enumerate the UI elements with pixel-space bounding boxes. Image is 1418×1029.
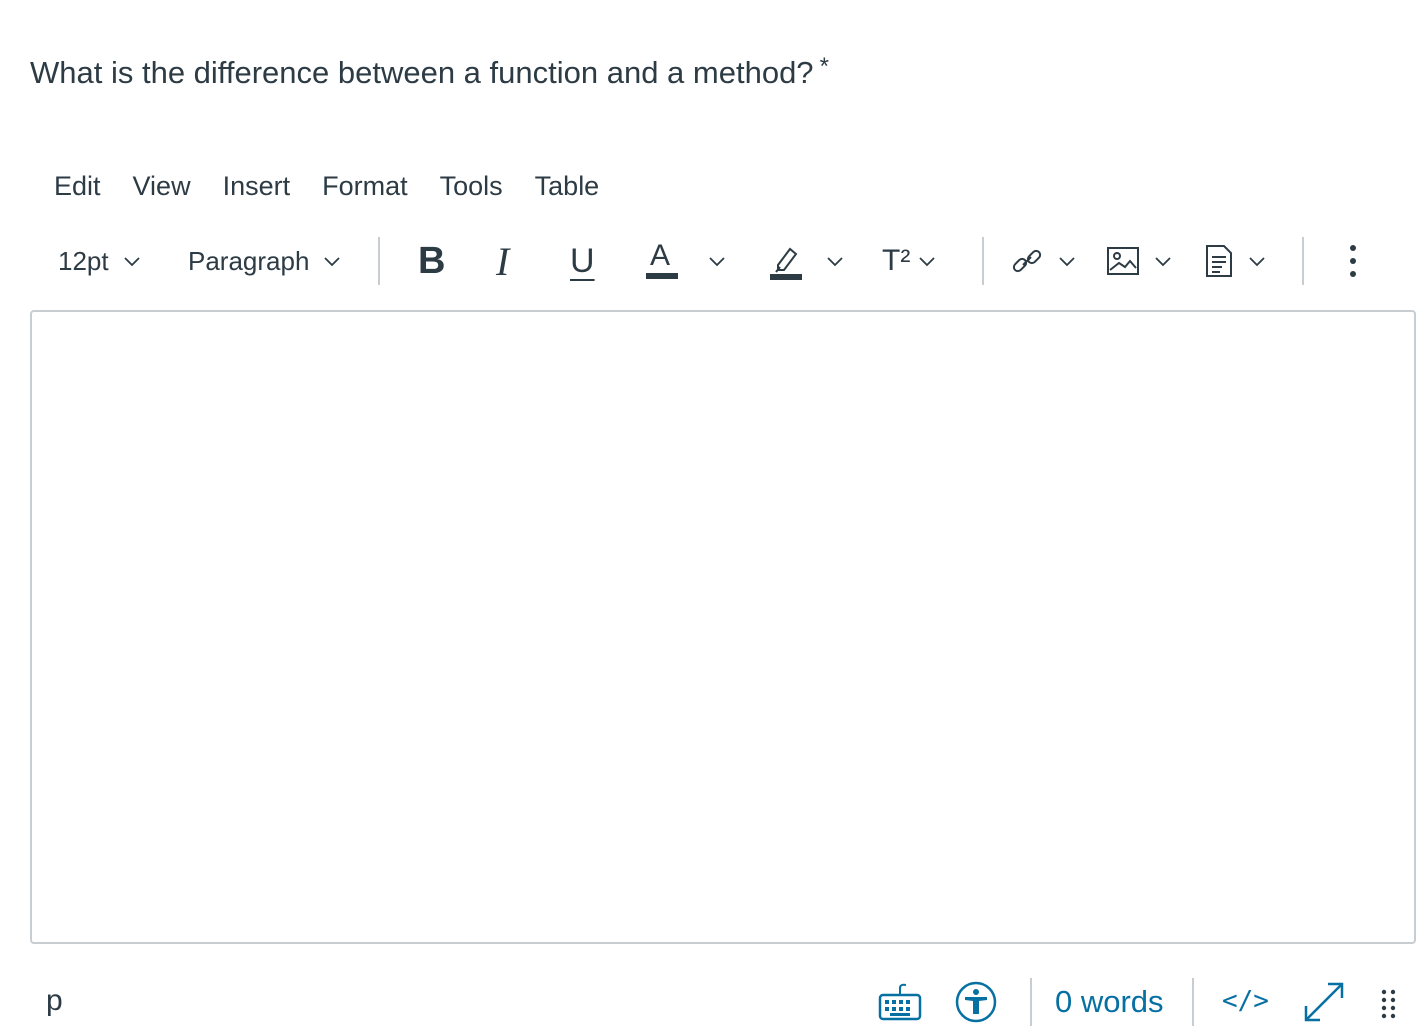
menu-tools[interactable]: Tools: [440, 166, 503, 206]
italic-icon: I: [496, 238, 510, 284]
document-icon: [1206, 245, 1232, 277]
editor-menubar: Edit View Insert Format Tools Table: [54, 166, 631, 206]
superscript-button[interactable]: T²: [882, 234, 936, 288]
toolbar-divider: [1302, 237, 1304, 285]
image-icon: [1107, 247, 1139, 275]
chevron-down-icon: [827, 257, 843, 267]
underline-button[interactable]: U: [570, 234, 595, 288]
statusbar-divider: [1192, 978, 1194, 1026]
chevron-down-icon: [1249, 257, 1265, 267]
menu-format[interactable]: Format: [322, 166, 408, 206]
menu-edit[interactable]: Edit: [54, 166, 101, 206]
statusbar-divider: [1030, 978, 1032, 1026]
menu-view[interactable]: View: [133, 166, 191, 206]
highlight-color-button[interactable]: [770, 234, 844, 288]
question-prompt: What is the difference between a functio…: [30, 53, 829, 91]
expand-icon: [1304, 982, 1344, 1022]
underline-icon: U: [570, 241, 595, 280]
question-text: What is the difference between a functio…: [30, 55, 814, 90]
element-path[interactable]: p: [46, 984, 63, 1018]
text-color-glyph: A: [650, 239, 671, 272]
chevron-down-icon: [1155, 257, 1171, 267]
menu-table[interactable]: Table: [535, 166, 600, 206]
rich-text-editor-area[interactable]: [30, 310, 1416, 944]
link-button[interactable]: [1010, 234, 1076, 288]
code-icon: </>: [1222, 986, 1269, 1016]
text-color-swatch: [646, 273, 678, 279]
menu-insert[interactable]: Insert: [223, 166, 291, 206]
block-format-value: Paragraph: [188, 245, 310, 276]
text-color-button[interactable]: A: [646, 234, 726, 288]
chevron-down-icon: [1059, 257, 1075, 267]
bold-button[interactable]: B: [418, 234, 445, 288]
word-count[interactable]: 0 words: [1055, 984, 1164, 1020]
toolbar-divider: [378, 237, 380, 285]
keyboard-icon: [878, 983, 922, 1021]
required-asterisk: *: [819, 53, 829, 80]
document-button[interactable]: [1204, 234, 1266, 288]
highlighter-icon: [770, 247, 802, 280]
html-editor-toggle[interactable]: </>: [1222, 986, 1269, 1016]
image-button[interactable]: [1106, 234, 1172, 288]
link-icon: [1012, 249, 1042, 273]
superscript-icon: T²: [882, 244, 911, 277]
chevron-down-icon: [919, 257, 935, 267]
text-color-icon: A: [646, 239, 678, 283]
more-options-button[interactable]: [1348, 234, 1358, 288]
resize-handle[interactable]: [1380, 988, 1398, 1027]
bold-icon: B: [418, 239, 446, 282]
chevron-down-icon: [123, 257, 140, 267]
toolbar-divider: [982, 237, 984, 285]
block-format-dropdown[interactable]: Paragraph: [188, 234, 341, 288]
vertical-ellipsis-icon: [1350, 245, 1356, 277]
chevron-down-icon: [324, 257, 341, 267]
drag-handle-icon: [1381, 989, 1396, 1019]
editor-toolbar: 12pt Paragraph B I U A T²: [40, 234, 1380, 288]
keyboard-shortcuts-button[interactable]: [878, 982, 922, 1027]
font-size-dropdown[interactable]: 12pt: [58, 234, 141, 288]
editor-statusbar: p 0 words </>: [0, 970, 1418, 1026]
font-size-value: 12pt: [58, 245, 109, 276]
accessibility-icon: [955, 981, 997, 1023]
chevron-down-icon: [709, 257, 725, 267]
italic-button[interactable]: I: [496, 234, 509, 288]
